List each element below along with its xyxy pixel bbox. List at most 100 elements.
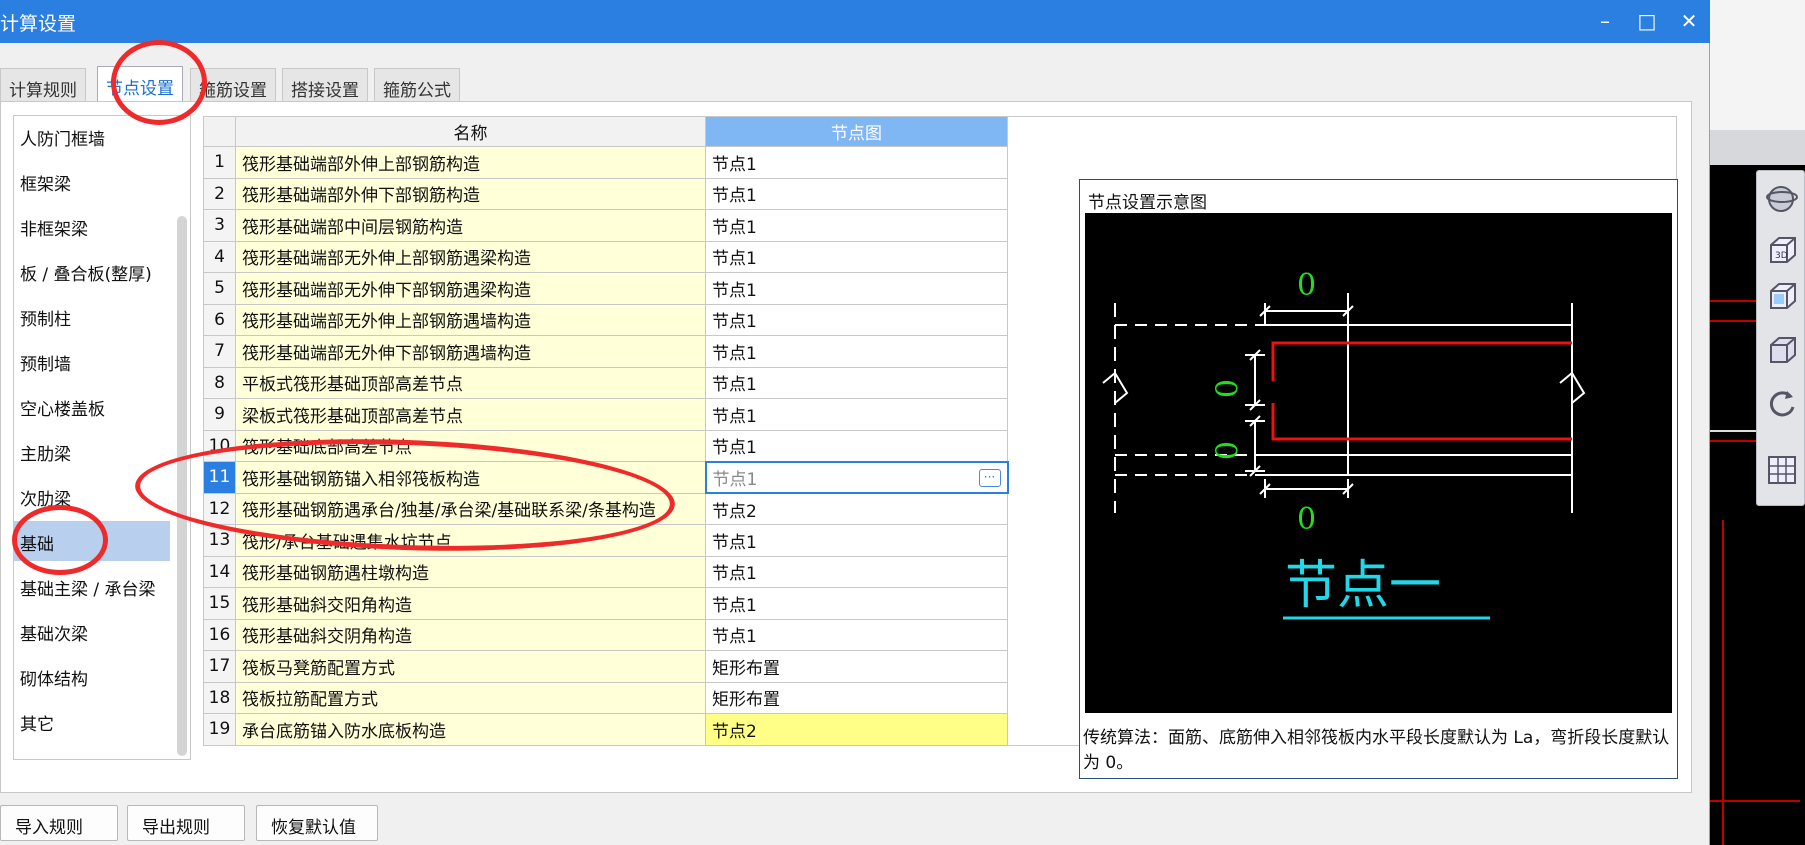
row-node-value[interactable]: 节点1 xyxy=(705,366,1008,399)
row-name[interactable]: 筏形基础端部无外伸下部钢筋遇墙构造 xyxy=(235,335,706,368)
node-preview-panel: 节点设置示意图 0 0 0 0 节点一 传统算法：面筋、底筋伸入相邻筏板内水平段… xyxy=(1079,179,1678,779)
row-name[interactable]: 筏形基础端部中间层钢筋构造 xyxy=(235,209,706,242)
restore-defaults-button[interactable]: 恢复默认值 xyxy=(256,805,378,841)
maximize-button[interactable]: □ xyxy=(1630,6,1664,36)
list-item[interactable]: 板 / 叠合板(整厚) xyxy=(14,251,170,291)
list-item[interactable]: 人防门框墙 xyxy=(14,116,170,156)
list-item[interactable]: 其它 xyxy=(14,701,170,741)
row-node-value[interactable]: 节点1 ··· xyxy=(704,460,1009,494)
row-name[interactable]: 筏形基础钢筋遇承台/独基/承台梁/基础联系梁/条基构造 xyxy=(235,492,706,525)
rotate-icon[interactable] xyxy=(1765,387,1799,421)
table-row[interactable]: 19 承台底筋锚入防水底板构造 节点2 xyxy=(203,713,1008,746)
row-node-value[interactable]: 节点1 xyxy=(705,524,1008,557)
table-row[interactable]: 18 筏板拉筋配置方式 矩形布置 xyxy=(203,681,1008,714)
row-name[interactable]: 平板式筏形基础顶部高差节点 xyxy=(235,366,706,399)
minimize-button[interactable]: – xyxy=(1588,6,1622,36)
row-name[interactable]: 筏形基础斜交阴角构造 xyxy=(235,618,706,651)
cube-view-icon[interactable] xyxy=(1765,279,1799,313)
tab-stirrup-formula[interactable]: 箍筋公式 xyxy=(374,68,460,102)
table-row[interactable]: 11 筏形基础钢筋锚入相邻筏板构造 节点1 ··· xyxy=(203,460,1009,494)
row-name[interactable]: 筏形基础钢筋锚入相邻筏板构造 xyxy=(235,461,706,494)
row-node-value-text: 节点1 xyxy=(712,406,757,427)
row-node-value[interactable]: 矩形布置 xyxy=(705,650,1008,683)
list-item[interactable]: 基础主梁 / 承台梁 xyxy=(14,566,170,606)
list-item-selected[interactable]: 基础 xyxy=(14,521,170,561)
list-scrollbar[interactable] xyxy=(174,116,190,759)
ellipsis-button[interactable]: ··· xyxy=(978,468,1001,487)
row-node-value[interactable]: 节点1 xyxy=(705,240,1008,273)
tab-calc-rules[interactable]: 计算规则 xyxy=(0,68,86,102)
table-row[interactable]: 3 筏形基础端部中间层钢筋构造 节点1 xyxy=(203,209,1008,242)
tab-node-settings[interactable]: 节点设置 xyxy=(97,66,183,102)
box-view-icon[interactable] xyxy=(1765,333,1799,367)
row-node-value[interactable]: 节点1 xyxy=(705,209,1008,242)
row-node-value[interactable]: 节点1 xyxy=(705,146,1008,179)
table-row[interactable]: 6 筏形基础端部无外伸上部钢筋遇墙构造 节点1 xyxy=(203,303,1008,336)
orbit-icon[interactable] xyxy=(1765,181,1799,215)
row-node-value[interactable]: 节点1 xyxy=(705,398,1008,431)
grid-icon[interactable] xyxy=(1765,453,1799,487)
row-node-value[interactable]: 节点1 xyxy=(705,587,1008,620)
row-number: 15 xyxy=(203,587,236,620)
table-row[interactable]: 7 筏形基础端部无外伸下部钢筋遇墙构造 节点1 xyxy=(203,335,1008,368)
row-number: 3 xyxy=(203,209,236,242)
row-name[interactable]: 梁板式筏形基础顶部高差节点 xyxy=(235,398,706,431)
table-row[interactable]: 1 筏形基础端部外伸上部钢筋构造 节点1 xyxy=(203,146,1008,179)
row-name[interactable]: 筏形基础端部外伸下部钢筋构造 xyxy=(235,177,706,210)
row-node-value[interactable]: 节点2 xyxy=(705,492,1008,525)
list-item[interactable]: 基础次梁 xyxy=(14,611,170,651)
list-item[interactable]: 框架梁 xyxy=(14,161,170,201)
row-node-value[interactable]: 矩形布置 xyxy=(705,681,1008,714)
list-scrollbar-thumb[interactable] xyxy=(177,216,187,756)
row-node-value-text: 矩形布置 xyxy=(712,690,780,711)
list-item[interactable]: 预制墙 xyxy=(14,341,170,381)
table-row[interactable]: 15 筏形基础斜交阳角构造 节点1 xyxy=(203,587,1008,620)
row-name[interactable]: 筏形基础端部无外伸上部钢筋遇墙构造 xyxy=(235,303,706,336)
table-row[interactable]: 10 筏形基础底部高差节点 节点1 xyxy=(203,429,1008,462)
row-name[interactable]: 筏形基础端部无外伸下部钢筋遇梁构造 xyxy=(235,272,706,305)
row-node-value[interactable]: 节点1 xyxy=(705,335,1008,368)
row-node-value[interactable]: 节点1 xyxy=(705,177,1008,210)
table-row[interactable]: 14 筏形基础钢筋遇柱墩构造 节点1 xyxy=(203,555,1008,588)
3d-view-icon[interactable]: 3D xyxy=(1765,233,1799,267)
row-number: 12 xyxy=(203,492,236,525)
table-row[interactable]: 12 筏形基础钢筋遇承台/独基/承台梁/基础联系梁/条基构造 节点2 xyxy=(203,492,1008,525)
list-item[interactable]: 非框架梁 xyxy=(14,206,170,246)
row-name[interactable]: 承台底筋锚入防水底板构造 xyxy=(235,713,706,746)
table-row[interactable]: 8 平板式筏形基础顶部高差节点 节点1 xyxy=(203,366,1008,399)
row-name[interactable]: 筏形基础端部外伸上部钢筋构造 xyxy=(235,146,706,179)
export-rules-button[interactable]: 导出规则 xyxy=(127,805,245,841)
table-row[interactable]: 4 筏形基础端部无外伸上部钢筋遇梁构造 节点1 xyxy=(203,240,1008,273)
row-node-value[interactable]: 节点2 xyxy=(705,713,1008,746)
table-row[interactable]: 17 筏板马凳筋配置方式 矩形布置 xyxy=(203,650,1008,683)
list-item[interactable]: 预制柱 xyxy=(14,296,170,336)
node-diagram: 0 0 0 0 节点一 xyxy=(1102,268,1586,620)
list-item[interactable]: 主肋梁 xyxy=(14,431,170,471)
tab-stirrup-settings[interactable]: 箍筋设置 xyxy=(190,68,276,102)
row-name[interactable]: 筏板拉筋配置方式 xyxy=(235,681,706,714)
row-node-value[interactable]: 节点1 xyxy=(705,272,1008,305)
row-node-value[interactable]: 节点1 xyxy=(705,618,1008,651)
row-node-value[interactable]: 节点1 xyxy=(705,555,1008,588)
tab-lap-settings[interactable]: 搭接设置 xyxy=(282,68,368,102)
svg-text:3D: 3D xyxy=(1775,251,1788,261)
table-row[interactable]: 16 筏形基础斜交阴角构造 节点1 xyxy=(203,618,1008,651)
table-row[interactable]: 5 筏形基础端部无外伸下部钢筋遇梁构造 节点1 xyxy=(203,272,1008,305)
table-row[interactable]: 2 筏形基础端部外伸下部钢筋构造 节点1 xyxy=(203,177,1008,210)
list-item[interactable]: 次肋梁 xyxy=(14,476,170,516)
row-name[interactable]: 筏形基础斜交阳角构造 xyxy=(235,587,706,620)
close-button[interactable]: ✕ xyxy=(1672,6,1706,36)
row-name[interactable]: 筏形基础端部无外伸上部钢筋遇梁构造 xyxy=(235,240,706,273)
list-item[interactable]: 空心楼盖板 xyxy=(14,386,170,426)
row-name[interactable]: 筏板马凳筋配置方式 xyxy=(235,650,706,683)
list-item[interactable]: 砌体结构 xyxy=(14,656,170,696)
import-rules-button[interactable]: 导入规则 xyxy=(0,805,118,841)
row-number: 17 xyxy=(203,650,236,683)
row-name[interactable]: 筏形/承台基础遇集水坑节点 xyxy=(235,524,706,557)
table-row[interactable]: 9 梁板式筏形基础顶部高差节点 节点1 xyxy=(203,398,1008,431)
row-node-value[interactable]: 节点1 xyxy=(705,303,1008,336)
row-name[interactable]: 筏形基础钢筋遇柱墩构造 xyxy=(235,555,706,588)
table-row[interactable]: 13 筏形/承台基础遇集水坑节点 节点1 xyxy=(203,524,1008,557)
row-name[interactable]: 筏形基础底部高差节点 xyxy=(235,429,706,462)
row-node-value[interactable]: 节点1 xyxy=(705,429,1008,462)
